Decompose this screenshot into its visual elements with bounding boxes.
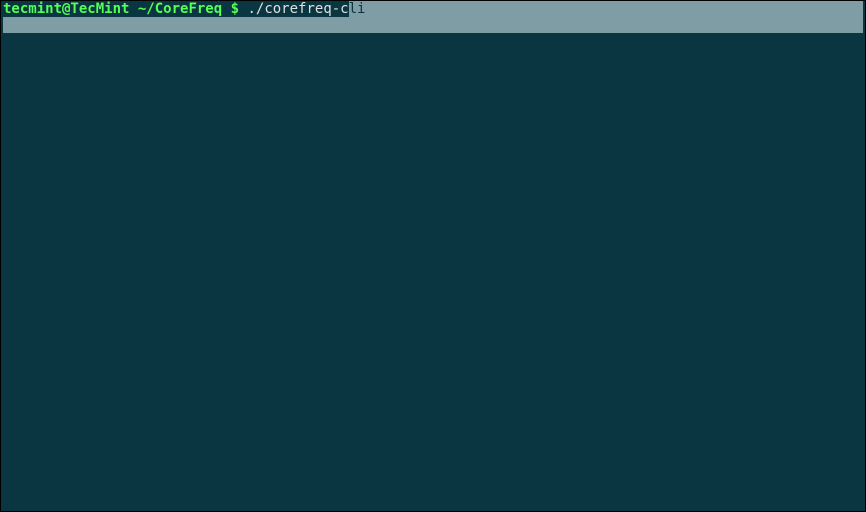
highlight-bar-top [365,1,863,17]
prompt-user-host: tecmint@TecMint [3,1,129,17]
command-typed: ./corefreq-c [247,1,348,17]
highlight-bar-second-line [3,17,863,33]
prompt-dollar: $ [222,1,247,17]
prompt-path: ~/CoreFreq [138,1,222,17]
terminal-prompt-line[interactable]: tecmint@TecMint ~/CoreFreq $ ./corefreq-… [1,1,865,17]
command-autocomplete-suffix: li [349,1,366,17]
prompt-sep [129,1,137,17]
